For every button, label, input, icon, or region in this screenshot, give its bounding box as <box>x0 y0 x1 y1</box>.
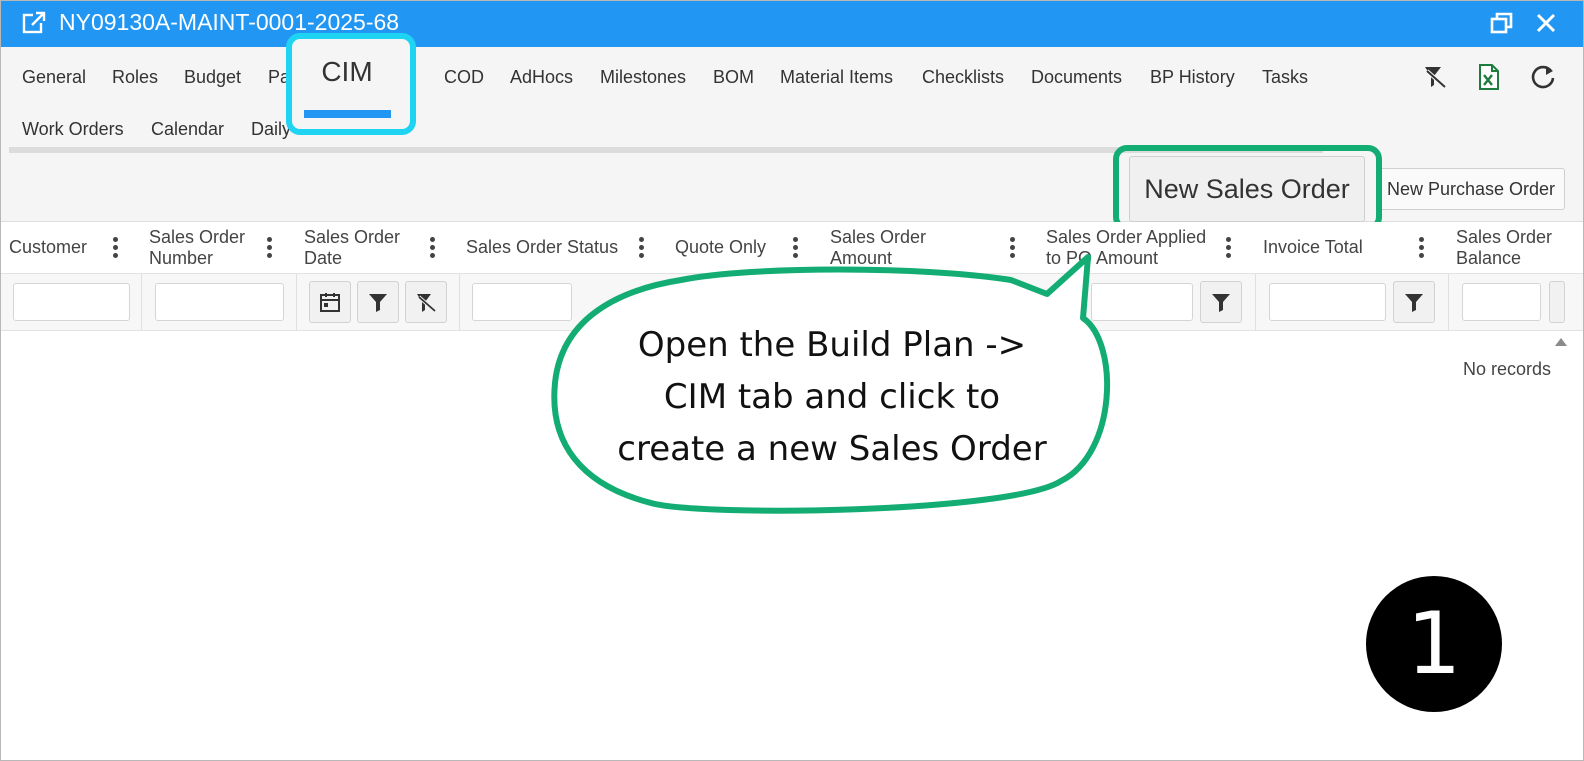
tab-cim[interactable]: CIM <box>287 56 407 88</box>
tab-tasks[interactable]: Tasks <box>1262 66 1308 88</box>
date-clear-filter-button[interactable] <box>405 281 447 323</box>
tab-roles[interactable]: Roles <box>112 66 158 88</box>
calendar-icon <box>320 293 340 312</box>
tab-strip <box>1 47 1583 206</box>
filter-icon <box>1405 294 1423 312</box>
column-header-customer[interactable]: Customer <box>9 237 87 258</box>
filter-icon <box>369 294 387 312</box>
column-menu-icon[interactable] <box>1226 237 1232 259</box>
tab-budget[interactable]: Budget <box>184 66 241 88</box>
tab-general[interactable]: General <box>22 66 86 88</box>
column-menu-icon[interactable] <box>1419 237 1425 259</box>
tab-cod[interactable]: COD <box>444 66 484 88</box>
column-menu-icon[interactable] <box>113 237 119 259</box>
tab-work-orders[interactable]: Work Orders <box>22 118 124 140</box>
scroll-up-arrow[interactable] <box>1555 338 1567 346</box>
external-link-icon[interactable] <box>21 10 47 36</box>
tab-calendar[interactable]: Calendar <box>151 118 224 140</box>
balance-filter-input[interactable] <box>1462 283 1541 321</box>
step-number-badge: 1 <box>1366 576 1502 712</box>
column-header-sales-order-balance[interactable]: Sales Order Balance <box>1456 227 1552 269</box>
clear-filter-icon[interactable] <box>1421 63 1449 91</box>
invoice-total-filter-input[interactable] <box>1269 283 1386 321</box>
tab-adhocs[interactable]: AdHocs <box>510 66 573 88</box>
new-purchase-order-button[interactable]: New Purchase Order <box>1377 168 1565 210</box>
column-menu-icon[interactable] <box>430 237 436 259</box>
clear-filter-icon <box>417 294 437 313</box>
column-divider <box>296 274 297 331</box>
tab-bp-history[interactable]: BP History <box>1150 66 1235 88</box>
filter-icon <box>1212 294 1230 312</box>
column-divider <box>1448 274 1449 331</box>
column-header-invoice-total[interactable]: Invoice Total <box>1263 237 1363 258</box>
window-title: NY09130A-MAINT-0001-2025-68 <box>59 9 400 35</box>
tab-daily[interactable]: Daily <box>251 118 291 140</box>
tab-material-items[interactable]: Material Items <box>780 66 893 88</box>
column-divider <box>459 274 460 331</box>
tab-documents[interactable]: Documents <box>1031 66 1122 88</box>
build-plan-window: NY09130A-MAINT-0001-2025-68 General Role… <box>0 0 1584 761</box>
column-divider <box>141 274 142 331</box>
refresh-icon[interactable] <box>1529 63 1557 91</box>
callout-text: Open the Build Plan -> CIM tab and click… <box>617 325 1047 469</box>
tab-bom[interactable]: BOM <box>713 66 754 88</box>
active-tab-indicator <box>304 110 391 118</box>
excel-export-icon[interactable] <box>1475 63 1503 91</box>
date-picker-button[interactable] <box>309 281 351 323</box>
title-bar: NY09130A-MAINT-0001-2025-68 <box>1 1 1583 47</box>
tab-milestones[interactable]: Milestones <box>600 66 686 88</box>
balance-filter-button[interactable] <box>1549 281 1565 323</box>
sales-order-highlight <box>1113 145 1382 231</box>
date-filter-button[interactable] <box>357 281 399 323</box>
invoice-total-filter-button[interactable] <box>1393 281 1435 323</box>
restore-icon[interactable] <box>1489 10 1515 36</box>
empty-grid-message: No records <box>1463 359 1552 379</box>
column-header-sales-order-date[interactable]: Sales Order Date <box>304 227 400 269</box>
sales-order-number-filter-input[interactable] <box>155 283 284 321</box>
column-menu-icon[interactable] <box>267 237 273 259</box>
column-divider <box>1255 274 1256 331</box>
tab-checklists[interactable]: Checklists <box>922 66 1004 88</box>
column-header-sales-order-number[interactable]: Sales Order Number <box>149 227 245 269</box>
customer-filter-input[interactable] <box>13 283 130 321</box>
applied-po-filter-button[interactable] <box>1200 281 1242 323</box>
close-icon[interactable] <box>1533 10 1559 36</box>
